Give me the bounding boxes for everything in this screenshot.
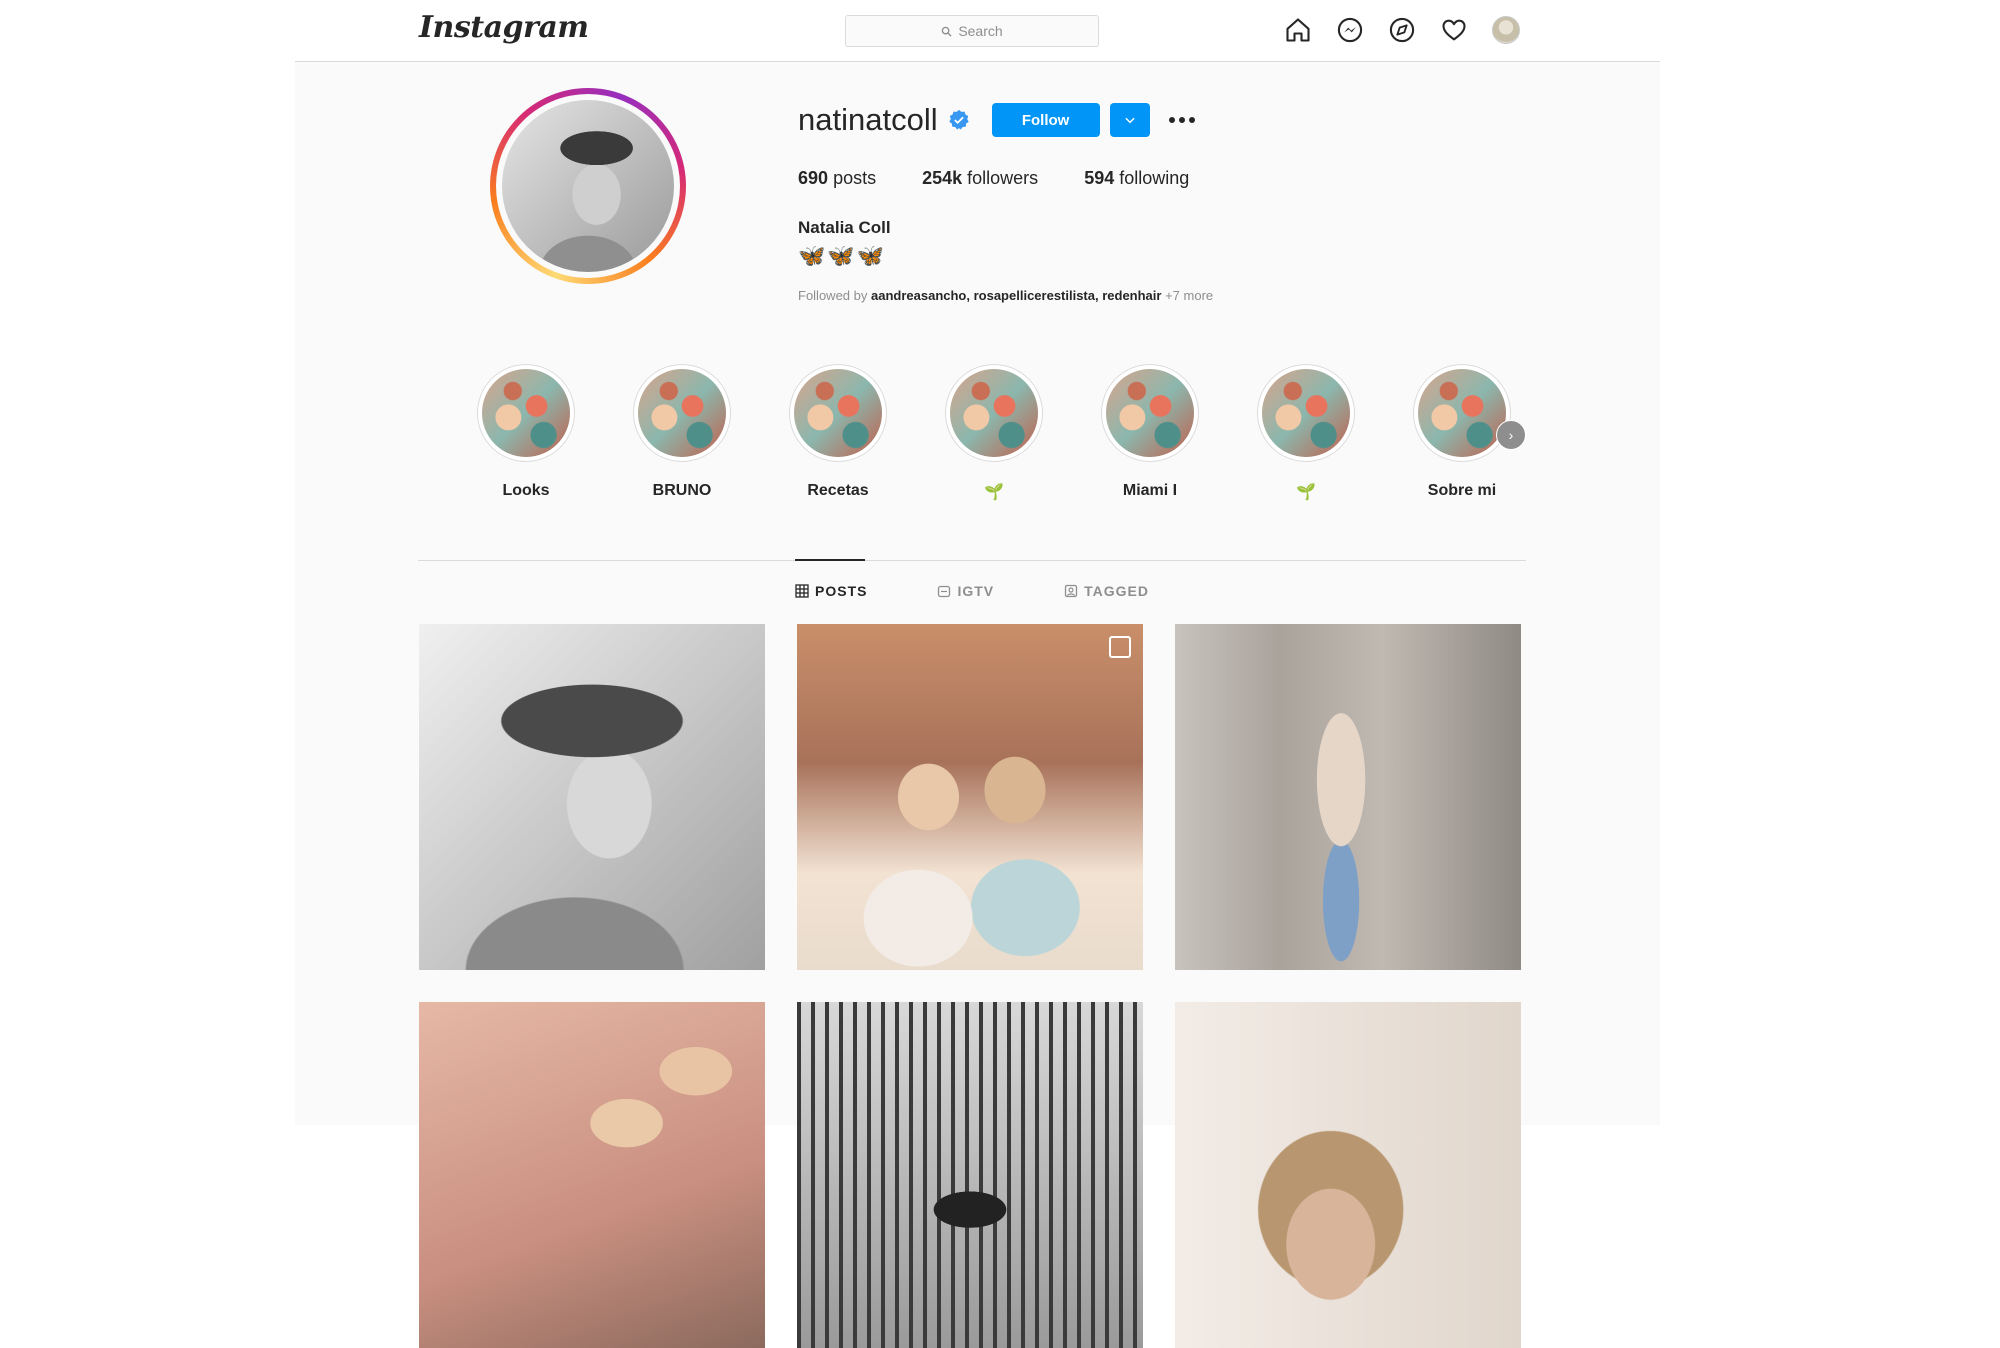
highlight-image	[1262, 369, 1350, 457]
highlight-cover	[633, 364, 731, 462]
post-thumbnail[interactable]	[797, 1002, 1143, 1348]
post-thumbnail[interactable]	[419, 624, 765, 970]
chevron-down-icon	[1124, 117, 1135, 124]
profile-tabs: POSTS IGTV TAGGED	[795, 583, 1149, 599]
highlight-image	[638, 369, 726, 457]
highlight-item[interactable]: Recetas	[778, 364, 898, 500]
highlight-label: Looks	[502, 482, 550, 499]
profile-title-row: natinatcoll Follow	[798, 102, 1198, 138]
highlight-cover	[1257, 364, 1355, 462]
full-name: Natalia Coll	[798, 218, 891, 237]
highlight-cover	[789, 364, 887, 462]
highlight-image	[482, 369, 570, 457]
grid-icon	[795, 584, 809, 598]
highlight-image	[794, 369, 882, 457]
followed-by-more: +7 more	[1165, 288, 1214, 303]
carousel-icon	[1109, 636, 1131, 658]
highlight-label: BRUNO	[652, 482, 712, 499]
highlight-image	[1106, 369, 1194, 457]
posts-stat: 690 posts	[798, 168, 876, 189]
search-icon	[942, 26, 952, 37]
suggested-dropdown-button[interactable]	[1109, 103, 1150, 137]
bio: 🦋🦋🦋	[798, 243, 887, 268]
tabs-divider	[418, 560, 1526, 561]
highlight-cover	[1413, 364, 1511, 462]
highlight-item[interactable]: BRUNO	[622, 364, 742, 500]
followed-by-prefix: Followed by	[798, 288, 868, 303]
highlight-item[interactable]: Miami I	[1090, 364, 1210, 500]
posts-count: 690	[798, 168, 829, 188]
followers-count: 254k	[922, 168, 963, 188]
top-navigation-bar: Instagram Search	[295, 0, 1660, 62]
profile-photo	[502, 100, 674, 272]
highlight-item[interactable]: 🌱	[1246, 364, 1366, 502]
username: natinatcoll	[798, 102, 938, 137]
following-count: 594	[1084, 168, 1115, 188]
tagged-icon	[1064, 584, 1078, 598]
profile-avatar-ring[interactable]	[490, 88, 686, 284]
highlight-item[interactable]: 🌱	[934, 364, 1054, 502]
avatar	[1492, 16, 1520, 44]
search-input[interactable]: Search	[845, 15, 1099, 47]
home-icon[interactable]	[1283, 15, 1313, 45]
tab-posts[interactable]: POSTS	[795, 583, 867, 599]
highlight-label: 🌱	[1296, 484, 1316, 501]
following-label: following	[1119, 168, 1190, 188]
heart-icon[interactable]	[1439, 15, 1469, 45]
profile-avatar[interactable]	[1491, 15, 1521, 45]
nav-icons	[1283, 15, 1521, 45]
more-icon	[1168, 117, 1195, 123]
highlight-image	[1418, 369, 1506, 457]
post-thumbnail[interactable]	[1175, 624, 1521, 970]
followed-by-names: aandreasancho, rosapellicerestilista, re…	[871, 288, 1162, 303]
tab-tagged-label: TAGGED	[1084, 583, 1149, 599]
highlight-image	[950, 369, 1038, 457]
highlight-cover	[945, 364, 1043, 462]
profile-stats: 690 posts 254k followers 594 following	[798, 168, 1189, 189]
following-stat[interactable]: 594 following	[1084, 168, 1189, 189]
followers-label: followers	[967, 168, 1039, 188]
post-thumbnail[interactable]	[1175, 1002, 1521, 1348]
verified-badge-icon	[948, 109, 969, 130]
messenger-icon[interactable]	[1335, 15, 1365, 45]
instagram-logo[interactable]: Instagram	[419, 10, 589, 45]
post-thumbnail[interactable]	[797, 624, 1143, 970]
followed-by[interactable]: Followed by aandreasancho, rosapellicere…	[798, 288, 1213, 303]
followers-stat[interactable]: 254k followers	[922, 168, 1038, 189]
post-thumbnail[interactable]	[419, 1002, 765, 1348]
highlight-cover	[1101, 364, 1199, 462]
highlight-cover	[477, 364, 575, 462]
highlight-label: Recetas	[807, 482, 869, 499]
highlight-item[interactable]: Looks	[466, 364, 586, 500]
active-tab-indicator	[795, 559, 865, 561]
more-options-button[interactable]	[1166, 110, 1198, 130]
avatar-inner	[496, 94, 680, 278]
follow-button[interactable]: Follow	[991, 103, 1100, 137]
highlight-label: Miami I	[1122, 482, 1178, 499]
tab-igtv[interactable]: IGTV	[937, 583, 994, 599]
tab-posts-label: POSTS	[815, 583, 868, 599]
tab-tagged[interactable]: TAGGED	[1064, 583, 1149, 599]
highlights-next-button[interactable]: ›	[1496, 420, 1526, 450]
tab-igtv-label: IGTV	[957, 583, 995, 599]
posts-label: posts	[833, 168, 877, 188]
highlight-label: Sobre mi	[1427, 482, 1497, 499]
igtv-icon	[938, 585, 951, 598]
search-placeholder: Search	[958, 23, 1003, 39]
highlight-label: 🌱	[984, 484, 1004, 501]
explore-icon[interactable]	[1387, 15, 1417, 45]
